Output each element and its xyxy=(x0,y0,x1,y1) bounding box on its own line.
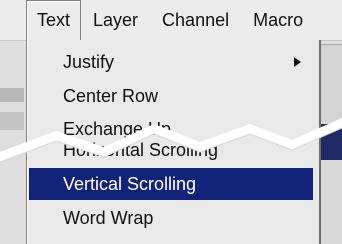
menu-item-label: Justify xyxy=(63,51,115,72)
menu-item-label: Center Row xyxy=(63,85,159,106)
background-toolbar-fragment xyxy=(0,88,24,102)
menu-item-horizontal-scrolling[interactable]: Horizontal Scrolling xyxy=(29,136,313,164)
menu-item-word-wrap[interactable]: Word Wrap xyxy=(29,202,313,234)
menu-item-label: Vertical Scrolling xyxy=(63,173,197,194)
menu-layer[interactable]: Layer xyxy=(81,0,150,40)
menu-item-justify[interactable]: Justify xyxy=(29,46,313,78)
submenu-arrow-icon xyxy=(294,57,301,67)
menu-macro[interactable]: Macro xyxy=(241,0,315,40)
menu-item-vertical-scrolling[interactable]: Vertical Scrolling xyxy=(29,168,313,200)
menu-item-label: Horizontal Scrolling xyxy=(63,139,219,160)
menu-bar: Text Layer Channel Macro xyxy=(0,0,342,41)
menu-item-exchange-up[interactable]: Exchange Up xyxy=(29,114,313,138)
menu-item-label: Word Wrap xyxy=(63,207,154,228)
menu-item-center-row[interactable]: Center Row xyxy=(29,80,313,112)
menu-text[interactable]: Text xyxy=(26,0,82,40)
text-dropdown-menu: Justify Center Row Exchange Up Horizonta… xyxy=(26,40,321,244)
menu-channel[interactable]: Channel xyxy=(150,0,241,40)
background-toolbar-fragment xyxy=(0,112,24,130)
